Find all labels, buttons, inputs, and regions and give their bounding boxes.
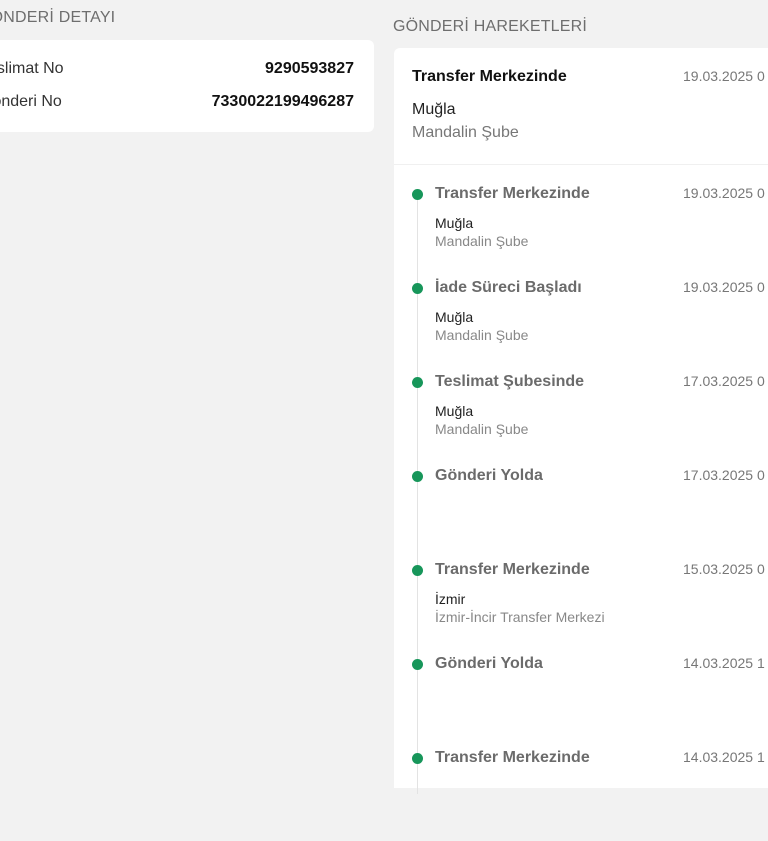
timeline-status: İade Süreci Başladı (435, 279, 582, 296)
timeline-item: Transfer Merkezinde 19.03.2025 0 Muğla M… (394, 183, 768, 277)
status-dot-icon (412, 659, 423, 670)
timeline-date: 14.03.2025 1 (683, 749, 765, 765)
timeline-item: Teslimat Şubesinde 17.03.2025 0 Muğla Ma… (394, 371, 768, 465)
timeline-date: 14.03.2025 1 (683, 655, 765, 671)
timeline-city: Muğla (435, 309, 474, 325)
latest-branch: Mandalin Şube (412, 124, 519, 141)
shipment-no-value: 7330022199496287 (211, 93, 354, 110)
latest-city: Muğla (412, 101, 456, 118)
shipment-no-row: Gönderi No 7330022199496287 (0, 91, 354, 113)
shipment-movements-title: GÖNDERİ HAREKETLERİ (393, 18, 588, 35)
timeline-city: Muğla (435, 403, 474, 419)
delivery-no-value: 9290593827 (265, 60, 354, 77)
timeline-date: 17.03.2025 0 (683, 467, 765, 483)
timeline-status: Gönderi Yolda (435, 467, 543, 484)
status-dot-icon (412, 189, 423, 200)
timeline-item: İade Süreci Başladı 19.03.2025 0 Muğla M… (394, 277, 768, 371)
timeline-status: Transfer Merkezinde (435, 561, 590, 578)
shipment-detail-card: Teslimat No 9290593827 Gönderi No 733002… (0, 40, 374, 132)
shipment-detail-title: GÖNDERİ DETAYI (0, 9, 116, 26)
status-dot-icon (412, 753, 423, 764)
latest-date: 19.03.2025 0 (683, 68, 765, 84)
timeline-branch: Mandalin Şube (435, 421, 529, 437)
timeline-date: 19.03.2025 0 (683, 279, 765, 295)
timeline-branch: Mandalin Şube (435, 233, 529, 249)
shipment-movements-card: Transfer Merkezinde 19.03.2025 0 Muğla M… (394, 48, 768, 794)
timeline-city: İzmir (435, 591, 466, 607)
status-dot-icon (412, 565, 423, 576)
latest-movement: Transfer Merkezinde 19.03.2025 0 Muğla M… (394, 48, 768, 165)
timeline-item: Transfer Merkezinde 14.03.2025 1 (394, 747, 768, 841)
timeline-branch: İzmir-İncir Transfer Merkezi (435, 609, 605, 625)
timeline-date: 19.03.2025 0 (683, 185, 765, 201)
timeline-status: Transfer Merkezinde (435, 185, 590, 202)
timeline-date: 17.03.2025 0 (683, 373, 765, 389)
timeline-status: Teslimat Şubesinde (435, 373, 585, 390)
timeline-status: Transfer Merkezinde (435, 749, 590, 766)
delivery-no-row: Teslimat No 9290593827 (0, 58, 354, 80)
status-dot-icon (412, 471, 423, 482)
timeline-branch: Mandalin Şube (435, 327, 529, 343)
timeline-item: Transfer Merkezinde 15.03.2025 0 İzmir İ… (394, 559, 768, 653)
delivery-no-label: Teslimat No (0, 60, 64, 77)
timeline-item: Gönderi Yolda 17.03.2025 0 (394, 465, 768, 559)
timeline-status: Gönderi Yolda (435, 655, 543, 672)
timeline-date: 15.03.2025 0 (683, 561, 765, 577)
timeline-city: Muğla (435, 215, 474, 231)
latest-status: Transfer Merkezinde (412, 68, 567, 85)
status-dot-icon (412, 283, 423, 294)
timeline-item: Gönderi Yolda 14.03.2025 1 (394, 653, 768, 747)
status-dot-icon (412, 377, 423, 388)
shipment-no-label: Gönderi No (0, 93, 62, 110)
